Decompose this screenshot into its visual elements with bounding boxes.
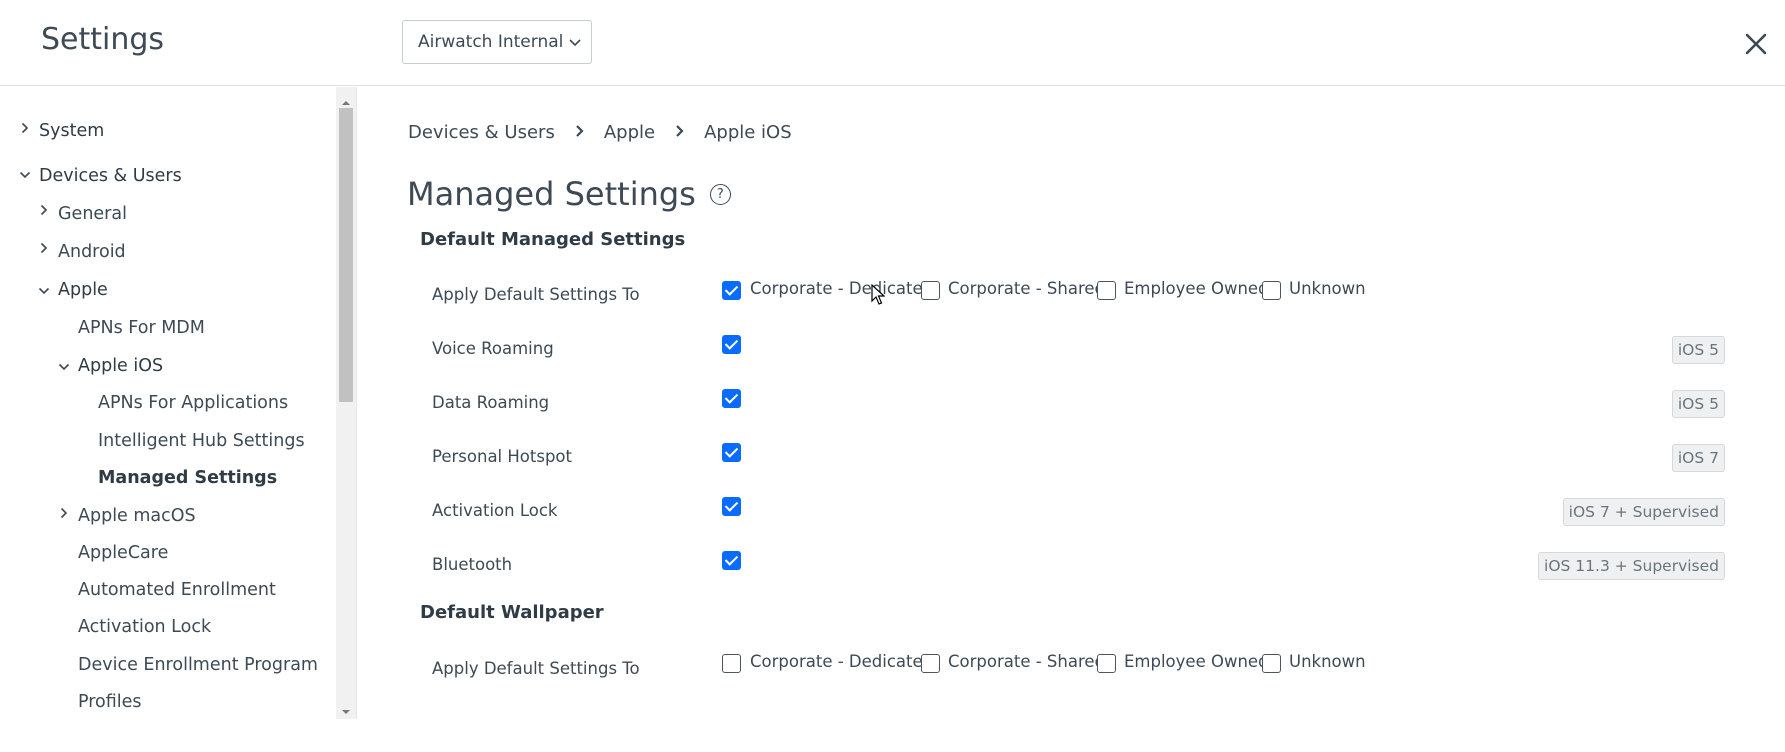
sidebar-item-intelligent-hub-settings[interactable]: Intelligent Hub Settings bbox=[98, 431, 305, 451]
checkbox-activation-lock[interactable] bbox=[722, 497, 741, 516]
chevron-down-icon[interactable] bbox=[58, 360, 70, 375]
wallpaper-apply-default-settings-label: Apply Default Settings To bbox=[432, 659, 640, 678]
os-badge-personal-hotspot: iOS 7 bbox=[1671, 444, 1725, 472]
chevron-down-icon bbox=[569, 36, 581, 50]
sidebar-item-device-enrollment-program[interactable]: Device Enrollment Program bbox=[78, 655, 318, 675]
os-badge-voice-roaming: iOS 5 bbox=[1671, 336, 1725, 364]
organization-dropdown[interactable]: Airwatch Internal bbox=[402, 20, 592, 64]
scroll-down-arrow-icon[interactable] bbox=[340, 702, 352, 714]
help-icon[interactable]: ? bbox=[709, 183, 731, 205]
sidebar-divider bbox=[356, 87, 357, 719]
close-icon bbox=[1745, 33, 1767, 55]
page-header-title: Settings bbox=[41, 22, 165, 57]
wallpaper-checkbox-employee-owned[interactable] bbox=[1097, 654, 1116, 673]
sidebar-item-apns-for-mdm[interactable]: APNs For MDM bbox=[78, 318, 205, 338]
chevron-down-icon[interactable] bbox=[19, 168, 31, 183]
chevron-right-icon bbox=[675, 124, 684, 142]
wallpaper-checkbox-unknown[interactable] bbox=[1262, 654, 1281, 673]
sidebar-item-general[interactable]: General bbox=[58, 204, 127, 224]
sidebar-scroll-thumb[interactable] bbox=[339, 108, 353, 402]
wallpaper-ownership-label-corporate-dedicated: Corporate - Dedicated bbox=[750, 652, 934, 671]
page-title-text: Managed Settings bbox=[407, 175, 696, 213]
setting-label-data-roaming: Data Roaming bbox=[432, 393, 550, 412]
sidebar-item-apple[interactable]: Apple bbox=[58, 280, 108, 300]
breadcrumb-item-apple[interactable]: Apple bbox=[604, 122, 655, 143]
setting-label-personal-hotspot: Personal Hotspot bbox=[432, 447, 572, 466]
chevron-right-icon bbox=[575, 124, 584, 142]
sidebar-item-automated-enrollment[interactable]: Automated Enrollment bbox=[78, 580, 276, 600]
breadcrumb: Devices & Users Apple Apple iOS bbox=[408, 122, 792, 143]
section-heading-default-managed-settings: Default Managed Settings bbox=[420, 229, 686, 250]
sidebar-item-apple-macos[interactable]: Apple macOS bbox=[78, 506, 196, 526]
os-badge-activation-lock: iOS 7 + Supervised bbox=[1562, 498, 1725, 526]
settings-sidebar: System Devices & Users General Android A… bbox=[0, 87, 336, 719]
page-title: Managed Settings ? bbox=[407, 175, 731, 213]
sidebar-item-applecare[interactable]: AppleCare bbox=[78, 543, 168, 563]
checkbox-corporate-dedicated[interactable] bbox=[722, 281, 741, 300]
apply-default-settings-label: Apply Default Settings To bbox=[432, 285, 640, 304]
chevron-right-icon[interactable] bbox=[60, 507, 68, 523]
sidebar-item-profiles[interactable]: Profiles bbox=[78, 692, 142, 712]
checkbox-unknown[interactable] bbox=[1262, 281, 1281, 300]
ownership-label-corporate-shared: Corporate - Shared bbox=[948, 279, 1106, 298]
wallpaper-checkbox-corporate-dedicated[interactable] bbox=[722, 654, 741, 673]
os-badge-data-roaming: iOS 5 bbox=[1671, 390, 1725, 418]
chevron-down-icon[interactable] bbox=[38, 284, 50, 299]
sidebar-item-apple-ios[interactable]: Apple iOS bbox=[78, 356, 163, 376]
setting-label-bluetooth: Bluetooth bbox=[432, 555, 513, 574]
wallpaper-ownership-label-corporate-shared: Corporate - Shared bbox=[948, 652, 1106, 671]
ownership-label-corporate-dedicated: Corporate - Dedicated bbox=[750, 279, 934, 298]
wallpaper-checkbox-corporate-shared[interactable] bbox=[921, 654, 940, 673]
sidebar-item-system[interactable]: System bbox=[39, 121, 104, 141]
chevron-right-icon[interactable] bbox=[40, 204, 48, 220]
checkbox-personal-hotspot[interactable] bbox=[722, 443, 741, 462]
mouse-cursor-icon bbox=[871, 283, 886, 310]
chevron-right-icon[interactable] bbox=[40, 242, 48, 258]
breadcrumb-item-devices-users[interactable]: Devices & Users bbox=[408, 122, 555, 143]
close-button[interactable] bbox=[1738, 26, 1774, 62]
checkbox-data-roaming[interactable] bbox=[722, 389, 741, 408]
sidebar-item-managed-settings[interactable]: Managed Settings bbox=[98, 468, 277, 488]
ownership-label-employee-owned: Employee Owned bbox=[1124, 279, 1269, 298]
sidebar-item-apns-for-applications[interactable]: APNs For Applications bbox=[98, 393, 288, 413]
wallpaper-ownership-label-unknown: Unknown bbox=[1289, 652, 1366, 671]
chevron-right-icon[interactable] bbox=[21, 122, 29, 138]
ownership-label-unknown: Unknown bbox=[1289, 279, 1366, 298]
checkbox-voice-roaming[interactable] bbox=[722, 335, 741, 354]
sidebar-item-android[interactable]: Android bbox=[58, 242, 126, 262]
section-heading-default-wallpaper: Default Wallpaper bbox=[420, 602, 604, 623]
checkbox-employee-owned[interactable] bbox=[1097, 281, 1116, 300]
setting-label-activation-lock: Activation Lock bbox=[432, 501, 558, 520]
breadcrumb-item-apple-ios: Apple iOS bbox=[704, 122, 792, 143]
sidebar-item-devices-users[interactable]: Devices & Users bbox=[39, 166, 182, 186]
sidebar-item-activation-lock[interactable]: Activation Lock bbox=[78, 617, 211, 637]
scroll-up-arrow-icon[interactable] bbox=[340, 93, 352, 105]
setting-label-voice-roaming: Voice Roaming bbox=[432, 339, 554, 358]
settings-header: Settings Airwatch Internal bbox=[0, 0, 1785, 86]
wallpaper-ownership-label-employee-owned: Employee Owned bbox=[1124, 652, 1269, 671]
checkbox-bluetooth[interactable] bbox=[722, 551, 741, 570]
organization-dropdown-label: Airwatch Internal bbox=[418, 32, 564, 52]
os-badge-bluetooth: iOS 11.3 + Supervised bbox=[1538, 552, 1725, 580]
checkbox-corporate-shared[interactable] bbox=[921, 281, 940, 300]
